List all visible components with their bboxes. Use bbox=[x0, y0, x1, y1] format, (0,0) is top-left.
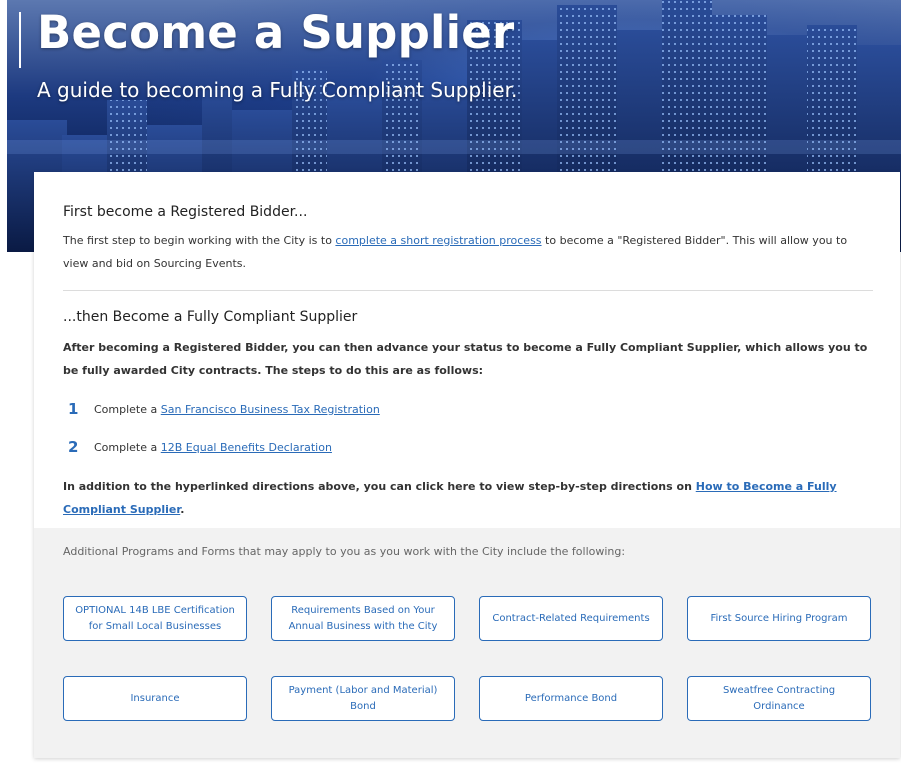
additional-programs-panel: Additional Programs and Forms that may a… bbox=[34, 528, 900, 758]
first-source-hiring-button[interactable]: First Source Hiring Program bbox=[687, 596, 871, 641]
step-item: 2 Complete a 12B Equal Benefits Declarat… bbox=[68, 438, 332, 456]
sweatfree-contracting-button[interactable]: Sweatfree Contracting Ordinance bbox=[687, 676, 871, 721]
registration-process-link[interactable]: complete a short registration process bbox=[335, 234, 541, 247]
registered-bidder-text: The first step to begin working with the… bbox=[63, 234, 848, 270]
insurance-button[interactable]: Insurance bbox=[63, 676, 247, 721]
step-item: 1 Complete a San Francisco Business Tax … bbox=[68, 400, 380, 418]
additional-programs-intro: Additional Programs and Forms that may a… bbox=[63, 545, 626, 558]
page-title: Become a Supplier bbox=[37, 6, 515, 59]
step-number: 1 bbox=[68, 400, 79, 418]
content-card: First become a Registered Bidder... The … bbox=[34, 172, 900, 758]
step-number: 2 bbox=[68, 438, 79, 456]
directions-text: In addition to the hyperlinked direction… bbox=[63, 480, 837, 516]
annual-business-requirements-button[interactable]: Requirements Based on Your Annual Busine… bbox=[271, 596, 455, 641]
registered-bidder-heading: First become a Registered Bidder... bbox=[63, 204, 308, 220]
business-tax-registration-link[interactable]: San Francisco Business Tax Registration bbox=[161, 403, 380, 416]
fully-compliant-intro: After becoming a Registered Bidder, you … bbox=[63, 341, 868, 377]
performance-bond-button[interactable]: Performance Bond bbox=[479, 676, 663, 721]
steps-panel: First become a Registered Bidder... The … bbox=[34, 172, 900, 528]
fully-compliant-heading: ...then Become a Fully Compliant Supplie… bbox=[63, 309, 358, 325]
contract-requirements-button[interactable]: Contract-Related Requirements bbox=[479, 596, 663, 641]
equal-benefits-declaration-link[interactable]: 12B Equal Benefits Declaration bbox=[161, 441, 332, 454]
section-divider bbox=[63, 290, 873, 291]
payment-bond-button[interactable]: Payment (Labor and Material) Bond bbox=[271, 676, 455, 721]
page-subtitle: A guide to becoming a Fully Compliant Su… bbox=[37, 78, 518, 102]
lbe-certification-button[interactable]: OPTIONAL 14B LBE Certification for Small… bbox=[63, 596, 247, 641]
hero-accent-rule bbox=[19, 12, 21, 68]
